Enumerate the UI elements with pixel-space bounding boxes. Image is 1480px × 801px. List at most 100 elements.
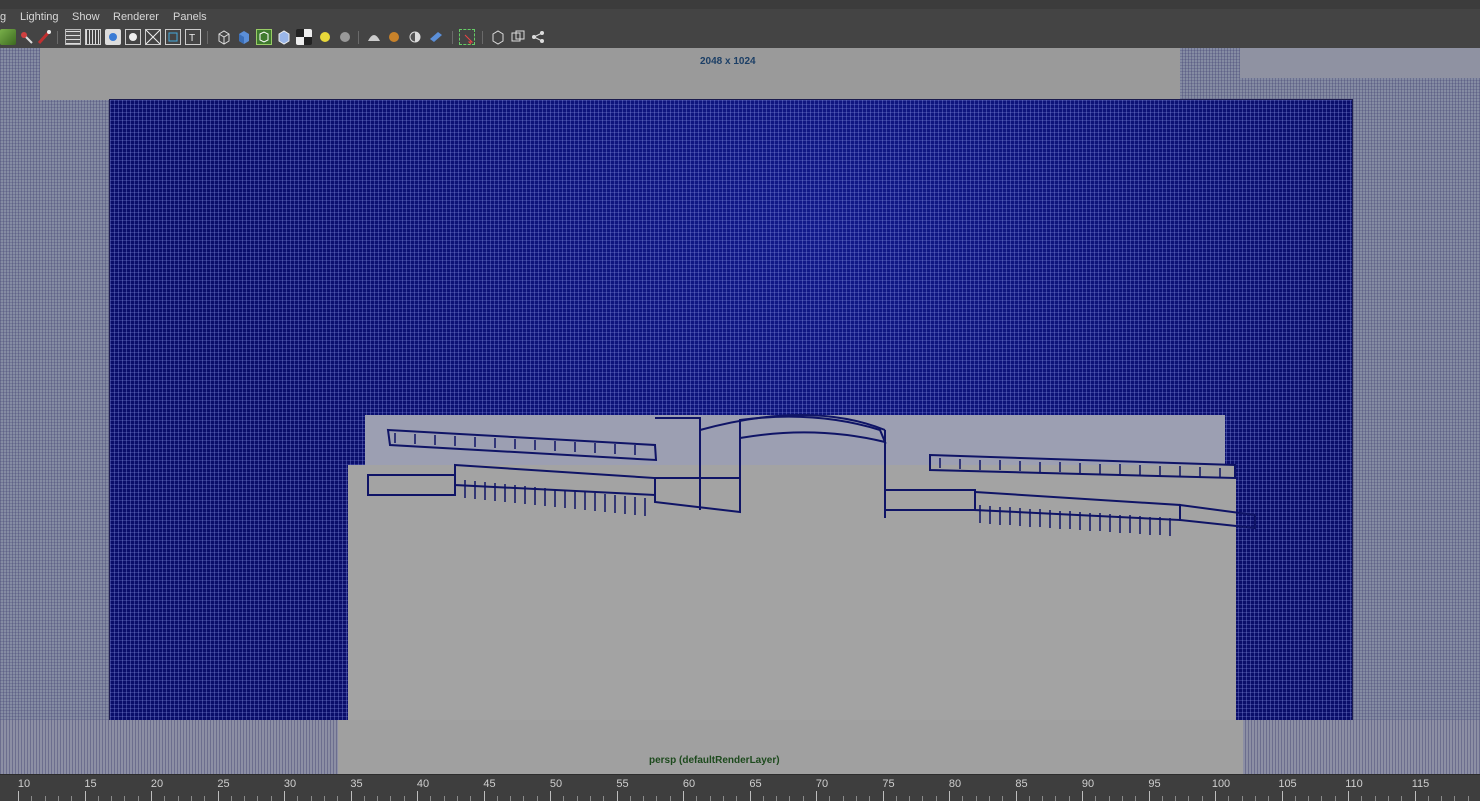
time-slider-minor-tick	[722, 796, 724, 801]
time-slider-minor-tick	[1108, 796, 1110, 801]
node-graph-icon[interactable]	[530, 29, 546, 45]
time-slider-minor-tick	[1467, 796, 1469, 801]
time-slider-minor-tick	[1068, 796, 1070, 801]
camera-attributes-icon[interactable]	[18, 29, 34, 45]
menu-shading-truncated[interactable]: g	[0, 11, 6, 23]
time-slider-minor-tick	[1334, 796, 1336, 801]
menu-show[interactable]: Show	[72, 11, 100, 23]
film-gate-icon[interactable]	[85, 29, 101, 45]
time-slider-minor-tick	[762, 796, 764, 801]
time-slider-minor-tick	[377, 796, 379, 801]
time-slider-minor-tick	[1361, 796, 1363, 801]
time-slider-minor-tick	[470, 796, 472, 801]
time-slider-minor-tick	[270, 796, 272, 801]
gate-mask-icon[interactable]	[125, 29, 141, 45]
time-slider-frame-label: 55	[616, 778, 629, 790]
textured-icon[interactable]	[276, 29, 292, 45]
wireframe-on-shaded-icon[interactable]	[256, 29, 272, 45]
time-slider-minor-tick	[988, 796, 990, 801]
isolate-select-icon[interactable]	[428, 29, 444, 45]
time-slider-minor-tick	[975, 796, 977, 801]
xray-active-icon[interactable]	[490, 29, 506, 45]
time-slider-frame-label: 30	[283, 778, 297, 790]
time-slider-minor-tick	[57, 796, 59, 801]
menu-renderer[interactable]: Renderer	[113, 11, 159, 23]
time-slider-minor-tick	[1175, 796, 1177, 801]
time-slider-minor-tick	[1241, 796, 1243, 801]
resolution-gate-icon[interactable]	[105, 29, 121, 45]
time-slider-minor-tick	[97, 796, 99, 801]
time-slider-frame-label: 60	[682, 778, 696, 790]
multisample-aa-icon[interactable]	[386, 29, 402, 45]
resolution-gate-frame	[109, 99, 1353, 722]
time-slider-frame-label: 35	[350, 778, 363, 790]
time-slider-frame-label: 50	[549, 778, 563, 790]
xray-joints-icon[interactable]	[510, 29, 526, 45]
time-slider-minor-tick	[922, 796, 924, 801]
time-slider-minor-tick	[1321, 796, 1323, 801]
time-slider-minor-tick	[1042, 796, 1044, 801]
time-slider-minor-tick	[895, 796, 897, 801]
toolbar-separator	[482, 31, 483, 44]
time-slider-minor-tick	[1294, 796, 1296, 801]
time-slider[interactable]: 10 15 20 25 30 35 40 45 50 55 60 65 70 75 80 85 90 95 100 1…	[0, 774, 1480, 801]
background-mesh-area	[40, 48, 1180, 100]
use-all-lights-icon[interactable]	[296, 29, 312, 45]
field-chart-icon[interactable]	[145, 29, 161, 45]
toolbar-separator	[358, 31, 359, 44]
ground-plane-bottom	[338, 720, 1243, 774]
smooth-shade-icon[interactable]	[236, 29, 252, 45]
time-slider-minor-tick	[1387, 796, 1389, 801]
safe-title-icon[interactable]: T	[185, 29, 201, 45]
bookmark-icon[interactable]	[36, 29, 52, 45]
menu-lighting[interactable]: Lighting	[20, 11, 59, 23]
screen-space-ao-icon[interactable]	[337, 29, 353, 45]
xray-icon[interactable]	[459, 29, 475, 45]
time-slider-minor-tick	[1201, 796, 1203, 801]
time-slider-minor-tick	[204, 796, 206, 801]
time-slider-minor-tick	[297, 796, 299, 801]
time-slider-frame-label: 90	[1081, 778, 1095, 790]
time-slider-frame-label: 20	[150, 778, 164, 790]
grid-icon[interactable]	[65, 29, 81, 45]
time-slider-frame-label: 105	[1278, 778, 1297, 790]
time-slider-minor-tick	[1228, 796, 1230, 801]
perspective-viewport[interactable]: 2048 x 1024 persp (defaultRenderLayer)	[0, 48, 1480, 774]
time-slider-minor-tick	[576, 796, 578, 801]
time-slider-minor-tick	[177, 796, 179, 801]
time-slider-frame-label: 110	[1345, 778, 1363, 790]
safe-action-icon[interactable]	[165, 29, 181, 45]
time-slider-minor-tick	[403, 796, 405, 801]
time-slider-frame-label: 95	[1148, 778, 1161, 790]
time-slider-minor-tick	[1188, 796, 1190, 801]
time-slider-minor-tick	[257, 796, 259, 801]
panel-menubar: g Lighting Show Renderer Panels	[0, 9, 1480, 27]
select-camera-icon[interactable]	[0, 29, 16, 45]
shadows-icon[interactable]	[317, 29, 333, 45]
time-slider-frame-label: 80	[948, 778, 962, 790]
time-slider-frame-label: 75	[882, 778, 895, 790]
time-slider-minor-tick	[1254, 796, 1256, 801]
time-slider-minor-tick	[656, 796, 658, 801]
time-slider-frame-label: 45	[483, 778, 496, 790]
time-slider-minor-tick	[669, 796, 671, 801]
time-slider-minor-tick	[164, 796, 166, 801]
background-mesh-area-right	[1240, 48, 1480, 78]
time-slider-frame-label: 100	[1211, 778, 1231, 790]
time-slider-frame-label: 40	[416, 778, 430, 790]
time-slider-minor-tick	[1441, 796, 1443, 801]
time-slider-minor-tick	[842, 796, 844, 801]
menu-panels[interactable]: Panels	[173, 11, 207, 23]
toolbar-separator	[57, 31, 58, 44]
time-slider-minor-tick	[124, 796, 126, 801]
time-slider-minor-tick	[31, 796, 33, 801]
wireframe-icon[interactable]	[216, 29, 232, 45]
time-slider-minor-tick	[510, 796, 512, 801]
time-slider-minor-tick	[1028, 796, 1030, 801]
time-slider-frame-label: 85	[1015, 778, 1028, 790]
time-slider-minor-tick	[589, 796, 591, 801]
motion-blur-icon[interactable]	[366, 29, 382, 45]
time-slider-minor-tick	[909, 796, 911, 801]
time-slider-minor-tick	[1308, 796, 1310, 801]
depth-of-field-icon[interactable]	[407, 29, 423, 45]
